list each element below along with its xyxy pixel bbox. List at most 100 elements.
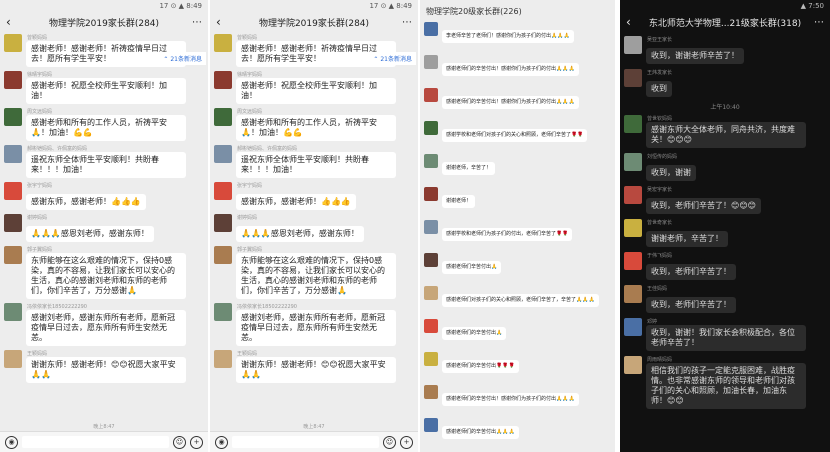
message-bubble[interactable]: 感谢老师们的辛苦付出🌹🌹🌹 (442, 360, 519, 373)
back-arrow-icon[interactable]: ‹ (6, 15, 20, 29)
message-bubble[interactable]: 收到，谢谢老师辛苦了！ (646, 48, 744, 64)
message-input[interactable] (22, 436, 169, 448)
avatar[interactable] (4, 303, 22, 321)
new-messages-badge[interactable]: ⌃ 21条新消息 (159, 52, 206, 65)
avatar[interactable] (424, 352, 438, 366)
avatar[interactable] (214, 145, 232, 163)
avatar[interactable] (214, 246, 232, 264)
avatar[interactable] (424, 55, 438, 69)
message-item: 冯依依家长18502222290 感谢刘老师，感谢东师所有老师，愿新冠疫情早日过去… (4, 303, 204, 346)
message-bubble[interactable]: 收到，老师们辛苦了！ (646, 297, 736, 313)
message-bubble[interactable]: 感谢学校和老师们对孩子们的关心和照顾，老师们辛苦了🌹🌹 (442, 129, 588, 142)
message-bubble[interactable]: 东师能够在这么艰难的情况下，保持0感染，真的不容易，让我们家长可以安心的生活，真… (236, 253, 396, 299)
avatar[interactable] (424, 220, 438, 234)
avatar[interactable] (4, 108, 22, 126)
message-input[interactable] (232, 436, 379, 448)
avatar[interactable] (624, 252, 642, 270)
avatar[interactable] (4, 214, 22, 232)
avatar[interactable] (214, 214, 232, 232)
more-icon[interactable]: ⋯ (188, 17, 202, 28)
avatar[interactable] (624, 69, 642, 87)
avatar[interactable] (4, 34, 22, 52)
avatar[interactable] (624, 318, 642, 336)
avatar[interactable] (424, 22, 438, 36)
message-bubble[interactable]: 感谢刘老师，感谢东师所有老师，愿新冠疫情早日过去，愿东师所有师生安然无恙。 (26, 310, 186, 346)
sender-name: 王佳妈妈 (647, 286, 668, 291)
message-bubble[interactable]: 李老师辛苦了老师们！感谢你们为孩子们的付出🙏🙏🙏 (442, 30, 574, 43)
message-bubble[interactable]: 🙏🙏🙏感恩刘老师，感谢东师！ (26, 226, 154, 242)
avatar[interactable] (624, 186, 642, 204)
more-icon[interactable]: ⋯ (398, 17, 412, 28)
avatar[interactable] (4, 71, 22, 89)
avatar[interactable] (424, 121, 438, 135)
message-bubble[interactable]: 感谢老师和所有的工作人员，祈祷平安🙏！加油！💪💪 (26, 115, 186, 141)
avatar[interactable] (214, 71, 232, 89)
sender-name: 谢婷妈妈 (27, 215, 48, 220)
message-bubble[interactable]: 收到，谢谢！我们家长会积极配合，各位老师辛苦了！ (646, 325, 806, 351)
plus-icon[interactable]: + (400, 435, 413, 449)
message-bubble[interactable]: 感谢东师大全体老师，同舟共济，共度难关！😊😊😊 (646, 122, 806, 148)
avatar[interactable] (424, 253, 438, 267)
avatar[interactable] (214, 350, 232, 368)
plus-icon[interactable]: + (190, 435, 203, 449)
message-bubble[interactable]: 谢谢东师！感谢老师！😊😊祝愿大家平安🙏🙏 (26, 357, 186, 383)
avatar[interactable] (624, 153, 642, 171)
back-arrow-icon[interactable]: ‹ (216, 15, 230, 29)
avatar[interactable] (624, 115, 642, 133)
message-bubble[interactable]: 感谢老师们对孩子们的关心和照顾，老师们辛苦了，辛苦了🙏🙏🙏 (442, 294, 599, 307)
avatar[interactable] (424, 88, 438, 102)
message-bubble[interactable]: 🙏🙏🙏感恩刘老师，感谢东师！ (236, 226, 364, 242)
message-bubble[interactable]: 感谢老师们的辛苦付出！感谢你们为孩子们的付出🙏🙏🙏 (442, 393, 579, 406)
message-bubble[interactable]: 谢谢东师！感谢老师！😊😊祝愿大家平安🙏🙏 (236, 357, 396, 383)
sender-name: 徐晴宇妈妈 (237, 72, 263, 77)
message-bubble[interactable]: 感谢东师，感谢老师！👍👍👍 (236, 194, 356, 210)
avatar[interactable] (624, 285, 642, 303)
message-bubble[interactable]: 收到 (646, 81, 672, 97)
avatar[interactable] (624, 36, 642, 54)
message-bubble[interactable]: 感谢学校和老师们为孩子们的付出，老师们辛苦了🌹🌹 (442, 228, 573, 241)
more-icon[interactable]: ⋯ (810, 17, 824, 28)
message-bubble[interactable]: 感谢老师！祝愿全校师生平安顺利！加油！ (26, 78, 186, 104)
avatar[interactable] (424, 154, 438, 168)
message-bubble[interactable]: 东师能够在这么艰难的情况下，保持0感染，真的不容易，让我们家长可以安心的生活，真… (26, 253, 186, 299)
back-arrow-icon[interactable]: ‹ (626, 15, 640, 29)
message-bubble[interactable]: 感谢老师们的辛苦付出！感谢你们为孩子们的付出🙏🙏🙏 (442, 96, 579, 109)
message-bubble[interactable]: 感谢老师！祝愿全校师生平安顺利！加油！ (236, 78, 396, 104)
message-bubble[interactable]: 感谢老师们的辛苦付出！感谢你们为孩子们的付出🙏🙏🙏 (442, 63, 579, 76)
avatar[interactable] (424, 385, 438, 399)
avatar[interactable] (424, 187, 438, 201)
message-bubble[interactable]: 遥祝东师全体师生平安顺利！共盼春来！！！加油！ (236, 152, 396, 178)
avatar[interactable] (214, 108, 232, 126)
voice-icon[interactable]: ◉ (215, 435, 228, 449)
avatar[interactable] (4, 350, 22, 368)
message-bubble[interactable]: 感谢刘老师，感谢东师所有老师，愿新冠疫情早日过去，愿东师所有师生安然无恙。 (236, 310, 396, 346)
avatar[interactable] (4, 246, 22, 264)
voice-icon[interactable]: ◉ (5, 435, 18, 449)
avatar[interactable] (214, 182, 232, 200)
message-bubble[interactable]: 遥祝东师全体师生平安顺利！共盼春来！！！加油！ (26, 152, 186, 178)
avatar[interactable] (214, 34, 232, 52)
avatar[interactable] (4, 145, 22, 163)
avatar[interactable] (424, 286, 438, 300)
message-bubble[interactable]: 相信我们的孩子一定能克服困难，战胜疫情。也非常感谢东师的领导和老师们对孩子们的关… (646, 363, 806, 409)
avatar[interactable] (214, 303, 232, 321)
avatar[interactable] (424, 319, 438, 333)
message-bubble[interactable]: 感谢老师们辛苦付出🙏 (442, 261, 502, 274)
message-bubble[interactable]: 谢谢老师，辛苦了！ (442, 162, 496, 175)
avatar[interactable] (424, 418, 438, 432)
message-bubble[interactable]: 收到，谢谢 (646, 165, 696, 181)
message-bubble[interactable]: 感谢东师，感谢老师！👍👍👍 (26, 194, 146, 210)
new-messages-badge[interactable]: ⌃ 21条新消息 (369, 52, 416, 65)
message-bubble[interactable]: 感谢老师们的辛苦付出🙏 (442, 327, 507, 340)
message-bubble[interactable]: 收到，老师们辛苦了！ (646, 264, 736, 280)
avatar[interactable] (624, 219, 642, 237)
message-bubble[interactable]: 感谢老师们的辛苦付出🙏🙏🙏 (442, 426, 519, 439)
message-bubble[interactable]: 收到，老师们辛苦了！😊😊😊 (646, 198, 762, 214)
message-bubble[interactable]: 谢谢老师！ (442, 195, 476, 208)
message-bubble[interactable]: 谢谢老师，辛苦了！ (646, 231, 728, 247)
avatar[interactable] (4, 182, 22, 200)
avatar[interactable] (624, 356, 642, 374)
message-bubble[interactable]: 感谢老师和所有的工作人员，祈祷平安🙏！加油！💪💪 (236, 115, 396, 141)
emoji-icon[interactable]: ☺ (173, 435, 186, 449)
emoji-icon[interactable]: ☺ (383, 435, 396, 449)
